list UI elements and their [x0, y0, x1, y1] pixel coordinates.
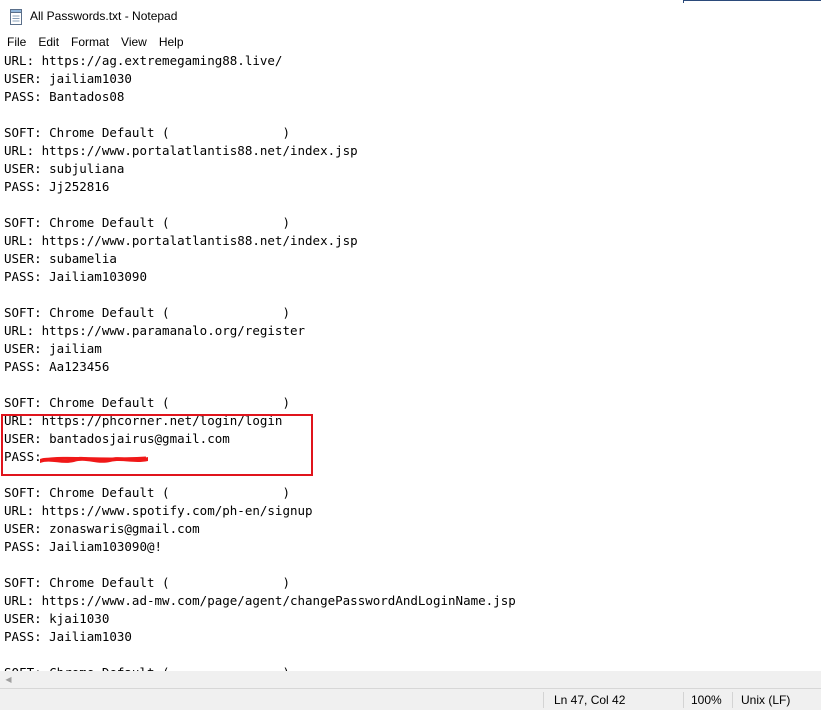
text-line: URL: https://phcorner.net/login/login	[4, 413, 283, 428]
text-line: USER: jailiam1030	[4, 71, 132, 86]
text-line: PASS: Jj252816	[4, 179, 110, 194]
text-line: SOFT: Chrome Default ( )	[4, 664, 821, 671]
text-line: URL: https://www.ad-mw.com/page/agent/ch…	[4, 593, 516, 608]
text-line	[4, 556, 821, 574]
title-accent-line	[684, 0, 821, 1]
text-line	[4, 196, 821, 214]
text-line: URL: https://ag.extremegaming88.live/	[4, 53, 283, 68]
text-line: SOFT: Chrome Default ( )	[4, 125, 290, 140]
text-line: USER: zonaswaris@gmail.com	[4, 521, 200, 536]
menu-file[interactable]: File	[0, 32, 31, 52]
text-line: URL: https://www.spotify.com/ph-en/signu…	[4, 503, 313, 518]
menu-edit[interactable]: Edit	[31, 32, 64, 52]
text-line: SOFT: Chrome Default ( )	[4, 215, 290, 230]
text-line: SOFT: Chrome Default ( )	[4, 485, 290, 500]
menu-bar: File Edit Format View Help	[0, 32, 821, 52]
text-line: PASS: Jailiam103090@!	[4, 539, 163, 554]
text-line: PASS: Jailiam1030	[4, 629, 132, 644]
status-separator	[543, 692, 544, 708]
text-line: URL: https://www.portalatlantis88.net/in…	[4, 233, 358, 248]
status-separator	[732, 692, 733, 708]
horizontal-scrollbar[interactable]: ◀	[0, 671, 821, 688]
status-zoom: 100%	[691, 693, 722, 707]
text-line: SOFT: Chrome Default ( )	[4, 395, 290, 410]
status-bar: Ln 47, Col 42 100% Unix (LF)	[0, 688, 821, 710]
menu-format[interactable]: Format	[64, 32, 114, 52]
text-line	[4, 286, 821, 304]
text-line: PASS: Jailiam103090	[4, 269, 147, 284]
text-line	[4, 466, 821, 484]
text-line: USER: kjai1030	[4, 611, 110, 626]
text-line: USER: jailiam	[4, 341, 102, 356]
title-accent-notch	[683, 0, 684, 3]
text-line	[4, 646, 821, 664]
title-bar[interactable]: All Passwords.txt - Notepad	[0, 0, 821, 32]
text-line: PASS:	[4, 449, 42, 464]
text-line: URL: https://www.paramanalo.org/register	[4, 323, 306, 338]
text-line: SOFT: Chrome Default ( )	[4, 305, 290, 320]
text-line	[4, 376, 821, 394]
menu-help[interactable]: Help	[152, 32, 189, 52]
status-line-ending: Unix (LF)	[741, 693, 791, 707]
text-editor[interactable]: URL: https://ag.extremegaming88.live/USE…	[0, 52, 821, 671]
scroll-left-arrow-icon[interactable]: ◀	[0, 671, 17, 688]
text-line: SOFT: Chrome Default ( )	[4, 575, 290, 590]
window-title: All Passwords.txt - Notepad	[30, 9, 178, 23]
menu-view[interactable]: View	[114, 32, 152, 52]
text-line	[4, 106, 821, 124]
status-position: Ln 47, Col 42	[554, 693, 626, 707]
text-line: PASS: Bantados08	[4, 89, 125, 104]
notepad-icon	[9, 9, 23, 25]
text-line: URL: https://www.portalatlantis88.net/in…	[4, 143, 358, 158]
text-line: USER: subamelia	[4, 251, 117, 266]
text-line: USER: bantadosjairus@gmail.com	[4, 431, 230, 446]
status-separator	[683, 692, 684, 708]
text-line: USER: subjuliana	[4, 161, 125, 176]
text-content[interactable]: URL: https://ag.extremegaming88.live/USE…	[4, 52, 821, 671]
text-line: PASS: Aa123456	[4, 359, 110, 374]
